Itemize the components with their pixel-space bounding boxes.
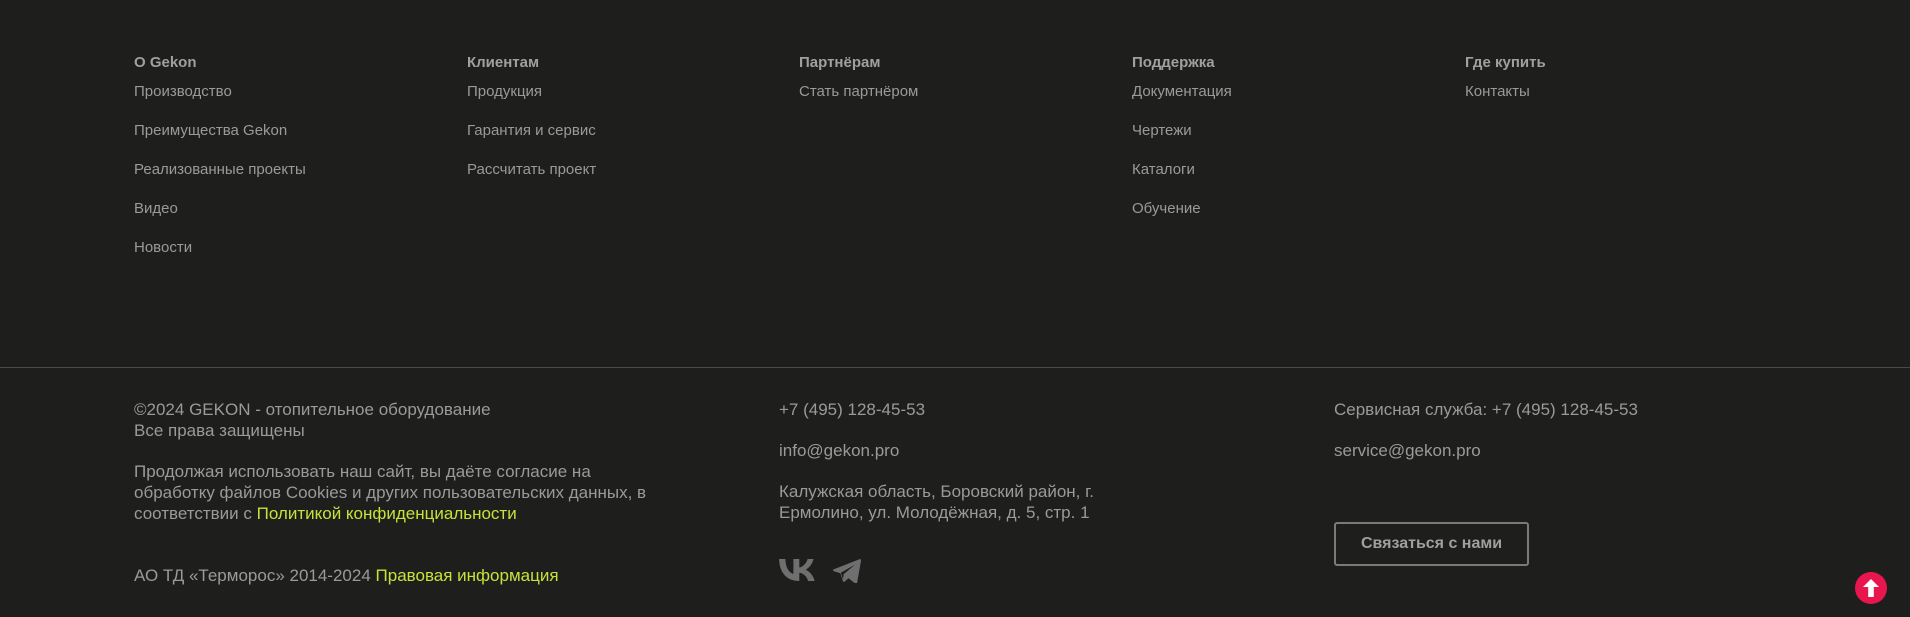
nav-item[interactable]: Контакты xyxy=(1465,83,1546,122)
nav-column-title: Где купить xyxy=(1465,54,1546,71)
nav-item[interactable]: Чертежи xyxy=(1132,122,1232,161)
nav-list: Документация Чертежи Каталоги Обучение xyxy=(1132,83,1232,239)
nav-item[interactable]: Обучение xyxy=(1132,200,1232,239)
legal-info-link[interactable]: Правовая информация xyxy=(376,566,559,585)
footer-divider xyxy=(0,367,1910,368)
nav-list: Контакты xyxy=(1465,83,1546,122)
nav-link-drawings[interactable]: Чертежи xyxy=(1132,122,1192,139)
rights-text: Все права защищены xyxy=(134,421,305,440)
contact-us-button[interactable]: Связаться с нами xyxy=(1334,522,1529,566)
nav-item[interactable]: Новости xyxy=(134,239,306,278)
arrow-up-icon xyxy=(1863,579,1879,597)
telegram-icon-svg xyxy=(833,559,861,583)
nav-column-title: О Gekon xyxy=(134,54,197,71)
nav-link-training[interactable]: Обучение xyxy=(1132,200,1201,217)
nav-column-where-to-buy: Где купить Контакты xyxy=(1465,54,1546,122)
nav-list: Продукция Гарантия и сервис Рассчитать п… xyxy=(467,83,596,200)
nav-link-documentation[interactable]: Документация xyxy=(1132,83,1232,100)
email-link[interactable]: info@gekon.pro xyxy=(779,440,899,461)
nav-link-video[interactable]: Видео xyxy=(134,200,178,217)
nav-item[interactable]: Документация xyxy=(1132,83,1232,122)
nav-item[interactable]: Стать партнёром xyxy=(799,83,918,122)
nav-column-title: Поддержка xyxy=(1132,54,1215,71)
nav-item[interactable]: Производство xyxy=(134,83,306,122)
nav-column-title: Партнёрам xyxy=(799,54,881,71)
nav-item[interactable]: Рассчитать проект xyxy=(467,161,596,200)
nav-link-become-partner[interactable]: Стать партнёром xyxy=(799,83,918,100)
site-footer: О Gekon Производство Преимущества Gekon … xyxy=(0,0,1910,617)
copyright-text: ©2024 GEKON - отопительное оборудование xyxy=(134,400,491,419)
service-email-link[interactable]: service@gekon.pro xyxy=(1334,440,1481,461)
nav-list: Стать партнёром xyxy=(799,83,918,122)
nav-link-warranty[interactable]: Гарантия и сервис xyxy=(467,122,596,139)
company-text: АО ТД «Терморос» 2014-2024 xyxy=(134,566,376,585)
nav-link-projects[interactable]: Реализованные проекты xyxy=(134,161,306,178)
cookies-notice: Продолжая использовать наш сайт, вы даёт… xyxy=(134,461,674,524)
vk-icon[interactable] xyxy=(779,559,816,581)
nav-column-title: Клиентам xyxy=(467,54,540,71)
service-phone-link[interactable]: Сервисная служба: +7 (495) 128-45-53 xyxy=(1334,399,1638,420)
nav-column-partners: Партнёрам Стать партнёром xyxy=(799,54,918,122)
nav-item[interactable]: Преимущества Gekon xyxy=(134,122,306,161)
address-line: Ермолино, ул. Молодёжная, д. 5, стр. 1 xyxy=(779,503,1090,522)
privacy-policy-link[interactable]: Политикой конфиденциальности xyxy=(257,504,517,523)
nav-item[interactable]: Реализованные проекты xyxy=(134,161,306,200)
copyright-block: ©2024 GEKON - отопительное оборудование … xyxy=(134,399,694,441)
nav-column-clients: Клиентам Продукция Гарантия и сервис Рас… xyxy=(467,54,596,200)
nav-link-news[interactable]: Новости xyxy=(134,239,192,256)
nav-link-advantages[interactable]: Преимущества Gekon xyxy=(134,122,287,139)
nav-link-catalogs[interactable]: Каталоги xyxy=(1132,161,1195,178)
nav-link-calculate[interactable]: Рассчитать проект xyxy=(467,161,596,178)
nav-column-support: Поддержка Документация Чертежи Каталоги … xyxy=(1132,54,1232,239)
company-line: АО ТД «Терморос» 2014-2024 Правовая инфо… xyxy=(134,565,694,586)
address-block: Калужская область, Боровский район, г. Е… xyxy=(779,481,1199,523)
nav-column-about: О Gekon Производство Преимущества Gekon … xyxy=(134,54,306,278)
scroll-to-top-button[interactable] xyxy=(1855,572,1887,604)
nav-item[interactable]: Гарантия и сервис xyxy=(467,122,596,161)
nav-item[interactable]: Каталоги xyxy=(1132,161,1232,200)
nav-item[interactable]: Продукция xyxy=(467,83,596,122)
address-line: Калужская область, Боровский район, г. xyxy=(779,482,1094,501)
nav-link-contacts[interactable]: Контакты xyxy=(1465,83,1530,100)
nav-list: Производство Преимущества Gekon Реализов… xyxy=(134,83,306,278)
vk-icon-svg xyxy=(779,559,815,581)
nav-link-products[interactable]: Продукция xyxy=(467,83,542,100)
telegram-icon[interactable] xyxy=(833,559,861,583)
phone-link[interactable]: +7 (495) 128-45-53 xyxy=(779,399,925,420)
nav-item[interactable]: Видео xyxy=(134,200,306,239)
nav-link-production[interactable]: Производство xyxy=(134,83,232,100)
